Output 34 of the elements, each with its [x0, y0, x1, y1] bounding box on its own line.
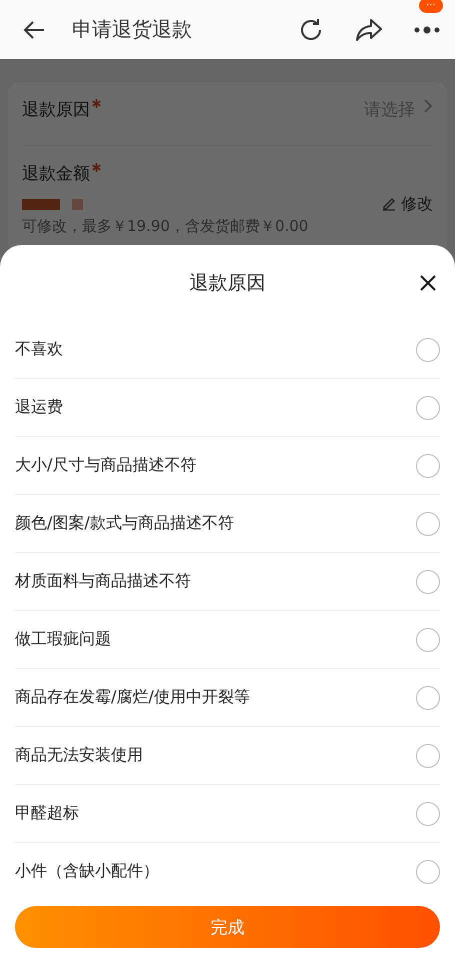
radio-button[interactable] [416, 860, 440, 884]
reason-option[interactable]: 小件（含缺小配件） [15, 861, 159, 882]
reason-option[interactable]: 颜色/图案/款式与商品描述不符 [15, 513, 234, 534]
page-title: 申请退货退款 [72, 16, 192, 43]
blurred-amount [22, 198, 60, 210]
radio-button[interactable] [416, 338, 440, 362]
reason-option[interactable]: 做工瑕疵问题 [15, 629, 111, 650]
field-label: 退款原因 [22, 99, 90, 121]
reason-option[interactable]: 退运费 [15, 397, 63, 418]
share-icon[interactable] [355, 16, 383, 42]
amount-note: 可修改，最多￥19.90，含发货邮费￥0.00 [22, 216, 310, 237]
radio-button[interactable] [416, 628, 440, 652]
radio-button[interactable] [416, 802, 440, 826]
reason-option[interactable]: 不喜欢 [15, 339, 63, 360]
field-label: 退款金额 [22, 163, 90, 185]
reason-option[interactable]: 商品无法安装使用 [15, 745, 143, 766]
chevron-right-icon [423, 98, 433, 114]
reason-option[interactable]: 材质面料与商品描述不符 [15, 571, 191, 592]
radio-button[interactable] [416, 512, 440, 536]
radio-button[interactable] [416, 396, 440, 420]
radio-button[interactable] [416, 686, 440, 710]
reason-option[interactable]: 甲醛超标 [15, 803, 79, 824]
radio-button[interactable] [416, 744, 440, 768]
reason-option[interactable]: 大小/尺寸与商品描述不符 [15, 455, 196, 476]
pencil-icon [381, 196, 397, 212]
blurred-mark [72, 198, 83, 210]
sheet-title: 退款原因 [190, 271, 266, 296]
close-icon[interactable] [419, 274, 437, 292]
notification-badge: ··· [419, 0, 443, 12]
more-icon[interactable] [413, 26, 441, 34]
reason-option[interactable]: 商品存在发霉/腐烂/使用中开裂等 [15, 687, 250, 708]
radio-button[interactable] [416, 570, 440, 594]
radio-button[interactable] [416, 454, 440, 478]
back-icon[interactable] [22, 20, 46, 40]
